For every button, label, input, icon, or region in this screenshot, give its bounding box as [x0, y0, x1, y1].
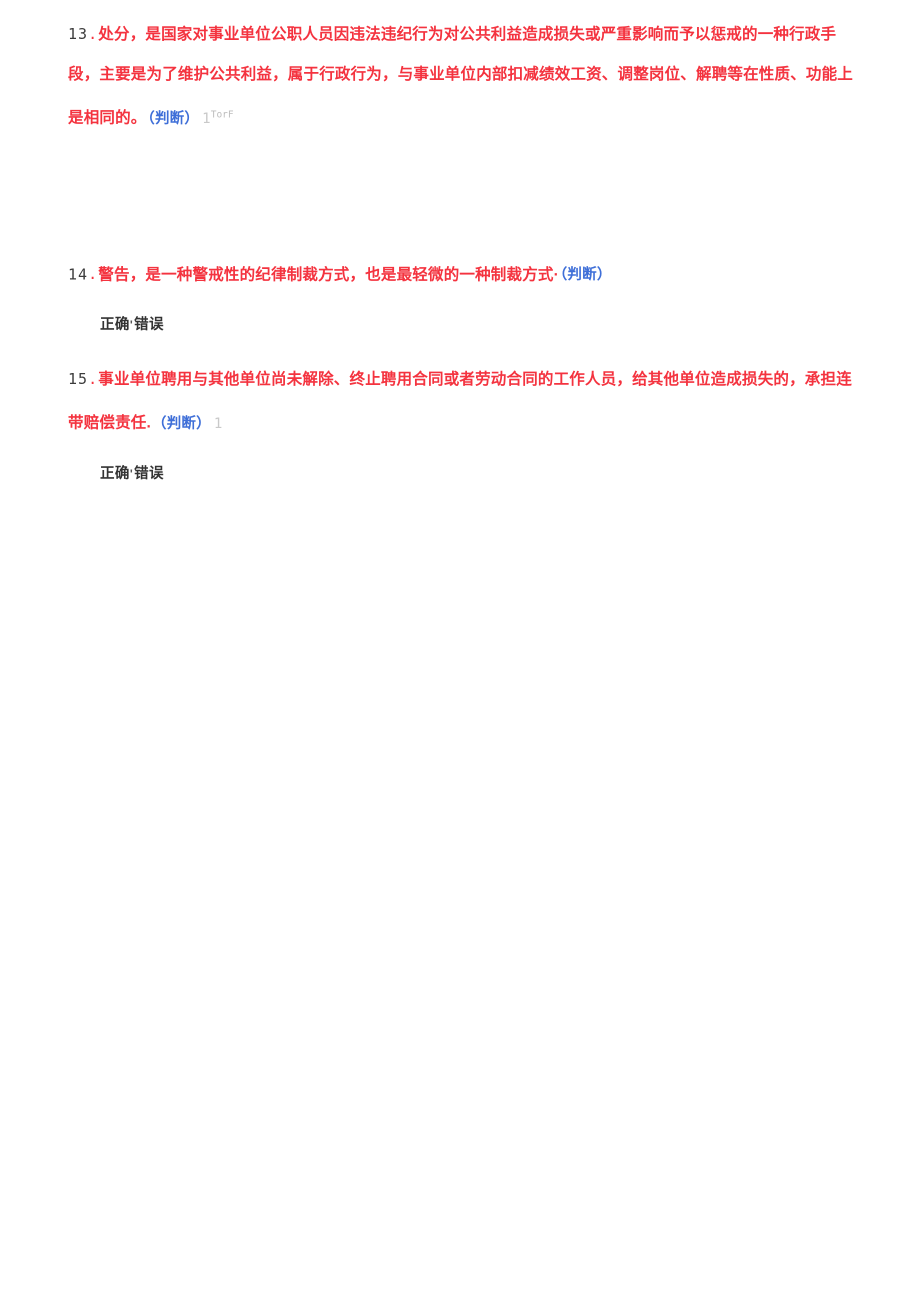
question-block-14: 14.警告，是一种警戒性的纪律制裁方式，也是最轻微的一种制裁方式·（判断）	[68, 252, 858, 296]
question-meta-14	[612, 267, 615, 283]
spacer-after-q13	[68, 139, 858, 252]
answer-options-14: 正确'错误	[100, 307, 858, 343]
spacer-before-options-14	[68, 295, 858, 307]
option-wrong-14[interactable]: 错误	[134, 317, 164, 333]
question-meta-sup-13: TorF	[210, 109, 234, 120]
spacer-before-options-15	[68, 444, 858, 456]
question-block-15: 15.事业单位聘用与其他单位尚未解除、终止聘用合同或者劳动合同的工作人员，给其他…	[68, 359, 858, 444]
question-dot-15: .	[88, 370, 98, 389]
question-dot-13: .	[88, 25, 98, 43]
question-type-tag-13: （判断）	[147, 110, 200, 127]
option-wrong-15[interactable]: 错误	[134, 466, 164, 482]
question-type-tag-15: （判断）	[152, 415, 211, 432]
page-blank-area	[68, 492, 858, 1272]
question-text-14: 警告，是一种警戒性的纪律制裁方式，也是最轻微的一种制裁方式·	[98, 266, 559, 284]
question-meta-13: 1TorF	[199, 109, 234, 127]
option-correct-15[interactable]: 正确	[100, 466, 130, 482]
question-number-13: 13	[68, 25, 89, 43]
question-meta-15: 1	[211, 416, 223, 432]
answer-options-15: 正确'错误	[100, 456, 858, 492]
question-number-15: 15	[68, 370, 89, 389]
option-correct-14[interactable]: 正确	[100, 317, 130, 333]
spacer-after-options-14	[68, 343, 858, 359]
question-meta-number-15: 1	[213, 415, 223, 432]
document-page: 13.处分，是国家对事业单位公职人员因违法违纪行为对公共利益造成损失或严重影响而…	[0, 0, 920, 1301]
question-block-13: 13.处分，是国家对事业单位公职人员因违法违纪行为对公共利益造成损失或严重影响而…	[68, 14, 858, 139]
question-number-14: 14	[68, 265, 89, 284]
question-type-tag-14: （判断）	[559, 267, 612, 284]
questions-container: 13.处分，是国家对事业单位公职人员因违法违纪行为对公共利益造成损失或严重影响而…	[68, 14, 858, 1272]
question-dot-14: .	[88, 265, 98, 284]
question-meta-number-13: 1	[202, 110, 211, 127]
